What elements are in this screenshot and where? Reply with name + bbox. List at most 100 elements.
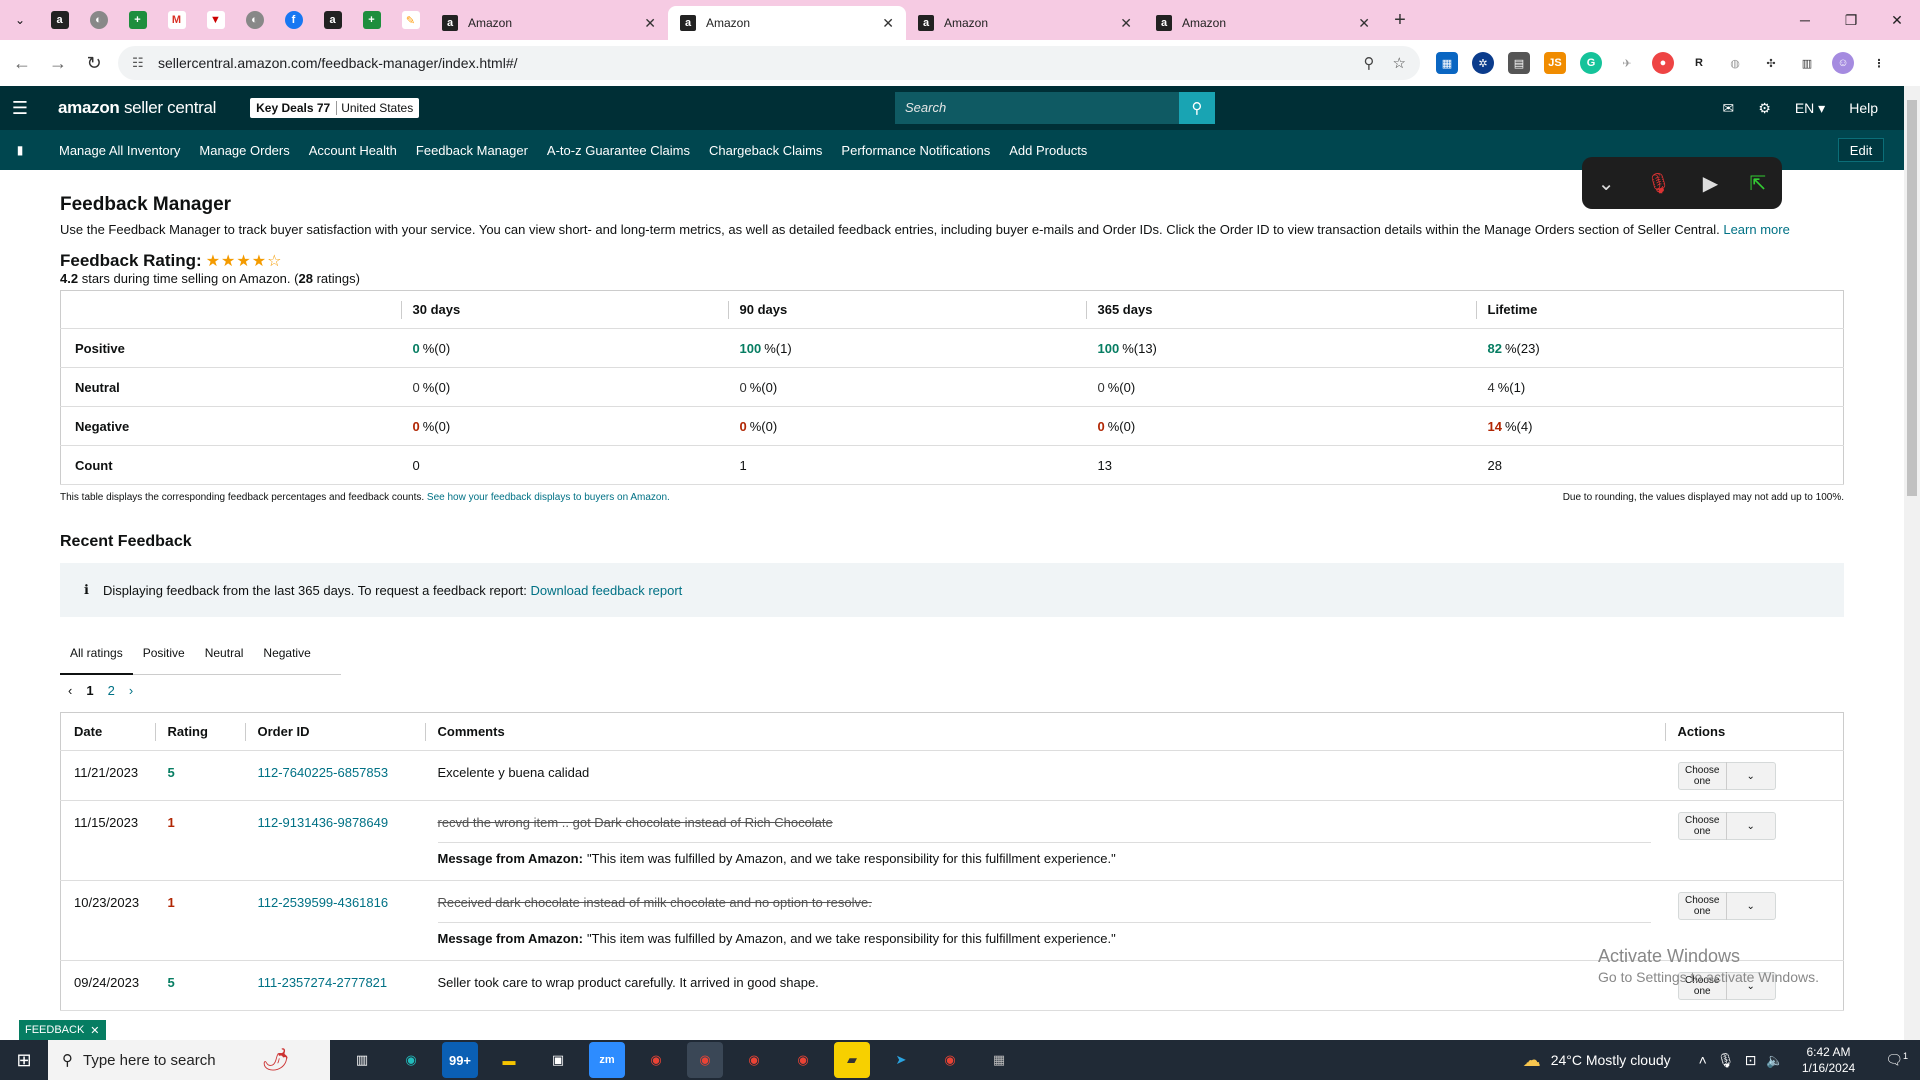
forward-button[interactable]: → bbox=[40, 53, 76, 74]
learn-more-link[interactable]: Learn more bbox=[1723, 222, 1789, 237]
order-id-link[interactable]: 112-7640225-6857853 bbox=[244, 750, 425, 801]
tab-close-icon[interactable]: ✕ bbox=[1358, 15, 1370, 32]
page-2[interactable]: 2 bbox=[108, 683, 115, 698]
extension-icon[interactable]: R bbox=[1688, 52, 1710, 74]
extension-icon[interactable]: JS bbox=[1544, 52, 1566, 74]
weather-text[interactable]: 24°C Mostly cloudy bbox=[1551, 1052, 1671, 1068]
tab-search-chevron-icon[interactable]: ⌄ bbox=[0, 0, 40, 40]
network-icon[interactable]: ⊡ bbox=[1745, 1052, 1757, 1069]
site-info-icon[interactable]: ☷ bbox=[132, 55, 144, 71]
tab-neutral[interactable]: Neutral bbox=[195, 646, 254, 660]
microphone-icon[interactable]: 🎙 bbox=[1717, 1052, 1735, 1069]
choose-action-dropdown[interactable]: Choose one ⌄ bbox=[1677, 812, 1776, 840]
header-search-input[interactable]: Search bbox=[895, 92, 1179, 124]
reload-button[interactable]: ↻ bbox=[76, 53, 112, 74]
chrome-icon[interactable]: ◉ bbox=[932, 1042, 968, 1078]
feedback-badge[interactable]: FEEDBACK ✕ bbox=[19, 1020, 106, 1040]
store-icon[interactable]: ▣ bbox=[540, 1042, 576, 1078]
mail-icon[interactable]: ✉ bbox=[1723, 100, 1735, 117]
extension-icon[interactable]: ▦ bbox=[1436, 52, 1458, 74]
search-icon[interactable]: ⚲ bbox=[1179, 92, 1215, 124]
browser-tab[interactable]: a Amazon ✕ bbox=[430, 6, 668, 40]
nav-chargeback-claims[interactable]: Chargeback Claims bbox=[709, 143, 822, 158]
browser-tab[interactable]: a Amazon ✕ bbox=[906, 6, 1144, 40]
order-id-link[interactable]: 112-9131436-9878649 bbox=[244, 800, 425, 881]
zoom-app-icon[interactable]: zm bbox=[589, 1042, 625, 1078]
file-explorer-icon[interactable]: ▬ bbox=[491, 1042, 527, 1078]
pinned-tab-amazon[interactable]: a bbox=[40, 0, 79, 40]
close-window-button[interactable]: ✕ bbox=[1874, 0, 1920, 40]
page-scrollbar[interactable] bbox=[1904, 86, 1920, 1040]
bookmark-star-icon[interactable]: ☆ bbox=[1393, 54, 1406, 72]
settings-gear-icon[interactable]: ⚙ bbox=[1758, 100, 1771, 117]
chevron-up-icon[interactable]: ˄ bbox=[1699, 1052, 1707, 1068]
back-button[interactable]: ← bbox=[4, 53, 40, 74]
url-bar[interactable]: ☷ sellercentral.amazon.com/feedback-mana… bbox=[118, 46, 1420, 80]
pinned-tab-red[interactable]: ▼ bbox=[196, 0, 235, 40]
weather-cloud-icon[interactable]: ☁ bbox=[1523, 1050, 1541, 1071]
store-switcher[interactable]: Key Deals 77 United States bbox=[250, 98, 420, 118]
choose-action-dropdown[interactable]: Choose one ⌄ bbox=[1677, 762, 1776, 790]
order-id-link[interactable]: 111-2357274-2777821 bbox=[244, 960, 425, 1011]
pinned-tab-amazon2[interactable]: a bbox=[313, 0, 352, 40]
tab-close-icon[interactable]: ✕ bbox=[882, 15, 894, 32]
choose-action-dropdown[interactable]: Choose one ⌄ bbox=[1677, 892, 1776, 920]
telegram-icon[interactable]: ➤ bbox=[883, 1042, 919, 1078]
extension-icon[interactable]: ✈ bbox=[1616, 52, 1638, 74]
menu-hamburger-icon[interactable]: ☰ bbox=[0, 98, 40, 119]
pinned-tab-tool[interactable]: ✎ bbox=[391, 0, 430, 40]
pinned-tab-gmail[interactable]: M bbox=[157, 0, 196, 40]
page-1[interactable]: 1 bbox=[86, 683, 93, 698]
extension-icon[interactable]: ▤ bbox=[1508, 52, 1530, 74]
notification-icon[interactable]: 🗨1 bbox=[1885, 1051, 1908, 1069]
clock[interactable]: 6:42 AM 1/16/2024 bbox=[1802, 1044, 1855, 1076]
bookmark-icon[interactable]: ▮ bbox=[0, 143, 40, 157]
globe-icon[interactable]: ◍ bbox=[1724, 52, 1746, 74]
next-page-chevron-icon[interactable]: › bbox=[129, 683, 133, 698]
download-report-link[interactable]: Download feedback report bbox=[531, 583, 683, 598]
extension-icon[interactable]: ● bbox=[1652, 52, 1674, 74]
language-selector[interactable]: EN ▾ bbox=[1795, 100, 1825, 117]
edge-icon[interactable]: ◉ bbox=[393, 1042, 429, 1078]
pinned-tab-facebook[interactable]: f bbox=[274, 0, 313, 40]
mail-app-icon[interactable]: 99+ bbox=[442, 1042, 478, 1078]
pinned-tab-globe2[interactable]: ◐ bbox=[235, 0, 274, 40]
tab-all-ratings[interactable]: All ratings bbox=[60, 631, 133, 675]
volume-icon[interactable]: 🔈 bbox=[1766, 1052, 1783, 1069]
edit-nav-button[interactable]: Edit bbox=[1838, 138, 1884, 162]
task-view-icon[interactable]: ▥ bbox=[344, 1042, 380, 1078]
browser-tab-active[interactable]: a Amazon ✕ bbox=[668, 6, 906, 40]
pinned-tab-sheets[interactable]: + bbox=[118, 0, 157, 40]
taskbar-search[interactable]: ⚲ Type here to search 🌶 bbox=[48, 1040, 330, 1080]
url-text[interactable]: sellercentral.amazon.com/feedback-manage… bbox=[158, 55, 518, 71]
windows-start-icon[interactable]: ⊞ bbox=[0, 1050, 48, 1071]
nav-manage-orders[interactable]: Manage Orders bbox=[199, 143, 289, 158]
order-id-link[interactable]: 112-2539599-4361816 bbox=[244, 880, 425, 961]
calculator-icon[interactable]: ▦ bbox=[981, 1042, 1017, 1078]
scrollbar-thumb[interactable] bbox=[1907, 100, 1917, 496]
pinned-tab-sheets2[interactable]: + bbox=[352, 0, 391, 40]
minimize-button[interactable]: ─ bbox=[1782, 0, 1828, 40]
tab-negative[interactable]: Negative bbox=[253, 646, 320, 660]
profile-avatar[interactable]: ☺ bbox=[1832, 52, 1854, 74]
zoom-icon[interactable]: ⚲ bbox=[1364, 54, 1375, 72]
pinned-tab-globe[interactable]: ◐ bbox=[79, 0, 118, 40]
chrome-icon[interactable]: ◉ bbox=[736, 1042, 772, 1078]
browser-menu-icon[interactable]: ⋮ bbox=[1868, 52, 1890, 74]
prev-page-chevron-icon[interactable]: ‹ bbox=[68, 683, 72, 698]
restore-button[interactable]: ❐ bbox=[1828, 0, 1874, 40]
side-panel-icon[interactable]: ▥ bbox=[1796, 52, 1818, 74]
extensions-puzzle-icon[interactable]: ✣ bbox=[1760, 52, 1782, 74]
nav-performance-notifications[interactable]: Performance Notifications bbox=[841, 143, 990, 158]
tab-positive[interactable]: Positive bbox=[133, 646, 195, 660]
nav-a-to-z-claims[interactable]: A-to-z Guarantee Claims bbox=[547, 143, 690, 158]
seller-central-logo[interactable]: amazon seller central bbox=[58, 98, 216, 118]
extension-icon[interactable]: ✲ bbox=[1472, 52, 1494, 74]
new-tab-button[interactable]: + bbox=[1382, 9, 1418, 32]
buyer-display-link[interactable]: See how your feedback displays to buyers… bbox=[427, 492, 670, 503]
close-icon[interactable]: ✕ bbox=[90, 1024, 99, 1037]
help-link[interactable]: Help bbox=[1849, 100, 1878, 116]
nav-feedback-manager[interactable]: Feedback Manager bbox=[416, 143, 528, 158]
nav-account-health[interactable]: Account Health bbox=[309, 143, 397, 158]
tab-close-icon[interactable]: ✕ bbox=[1120, 15, 1132, 32]
